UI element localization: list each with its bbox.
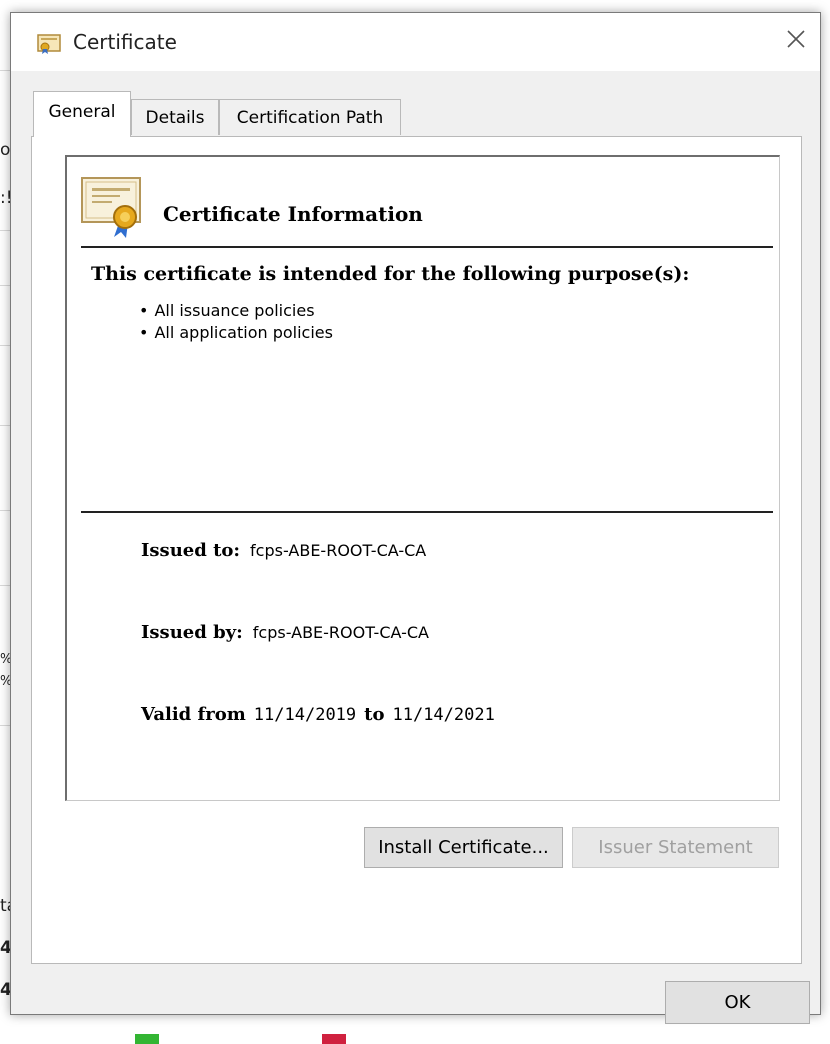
title-bar: Certificate bbox=[11, 13, 820, 71]
certificate-icon bbox=[37, 33, 61, 55]
issued-to-row: Issued to: fcps-ABE-ROOT-CA-CA bbox=[141, 540, 426, 561]
issued-by-row: Issued by: fcps-ABE-ROOT-CA-CA bbox=[141, 622, 429, 643]
tab-general[interactable]: General bbox=[33, 91, 131, 137]
list-item: All issuance policies bbox=[139, 300, 333, 322]
validity-row: Valid from 11/14/2019 to 11/14/2021 bbox=[141, 704, 495, 725]
list-item: All application policies bbox=[139, 322, 333, 344]
install-certificate-button[interactable]: Install Certificate... bbox=[364, 827, 563, 868]
issued-by-label: Issued by: bbox=[141, 622, 243, 643]
valid-from-date: 11/14/2019 bbox=[253, 705, 357, 725]
tab-certification-path[interactable]: Certification Path bbox=[219, 99, 401, 135]
background-red-marker bbox=[322, 1034, 346, 1044]
close-icon bbox=[786, 29, 806, 54]
tab-details[interactable]: Details bbox=[131, 99, 219, 135]
issued-by-value: fcps-ABE-ROOT-CA-CA bbox=[252, 623, 429, 642]
purpose-list: All issuance policies All application po… bbox=[139, 300, 333, 344]
certificate-ribbon-icon bbox=[79, 175, 151, 239]
issued-to-label: Issued to: bbox=[141, 540, 241, 561]
close-button[interactable] bbox=[778, 23, 814, 59]
window-title: Certificate bbox=[73, 30, 177, 54]
purpose-heading: This certificate is intended for the fol… bbox=[91, 263, 690, 285]
header-divider bbox=[81, 246, 773, 248]
issuer-statement-button[interactable]: Issuer Statement bbox=[572, 827, 779, 868]
details-divider bbox=[81, 511, 773, 513]
certificate-information-frame: Certificate Information This certificate… bbox=[65, 155, 780, 801]
valid-to-label: to bbox=[364, 704, 385, 725]
general-tab-panel: Certificate Information This certificate… bbox=[31, 136, 802, 964]
certificate-information-title: Certificate Information bbox=[163, 202, 423, 226]
issued-to-value: fcps-ABE-ROOT-CA-CA bbox=[250, 541, 427, 560]
background-green-marker bbox=[135, 1034, 159, 1044]
ok-button[interactable]: OK bbox=[665, 981, 810, 1024]
valid-from-label: Valid from bbox=[141, 704, 246, 725]
certificate-dialog: Certificate General Details Certificatio… bbox=[10, 12, 821, 1024]
valid-to-date: 11/14/2021 bbox=[392, 705, 495, 725]
